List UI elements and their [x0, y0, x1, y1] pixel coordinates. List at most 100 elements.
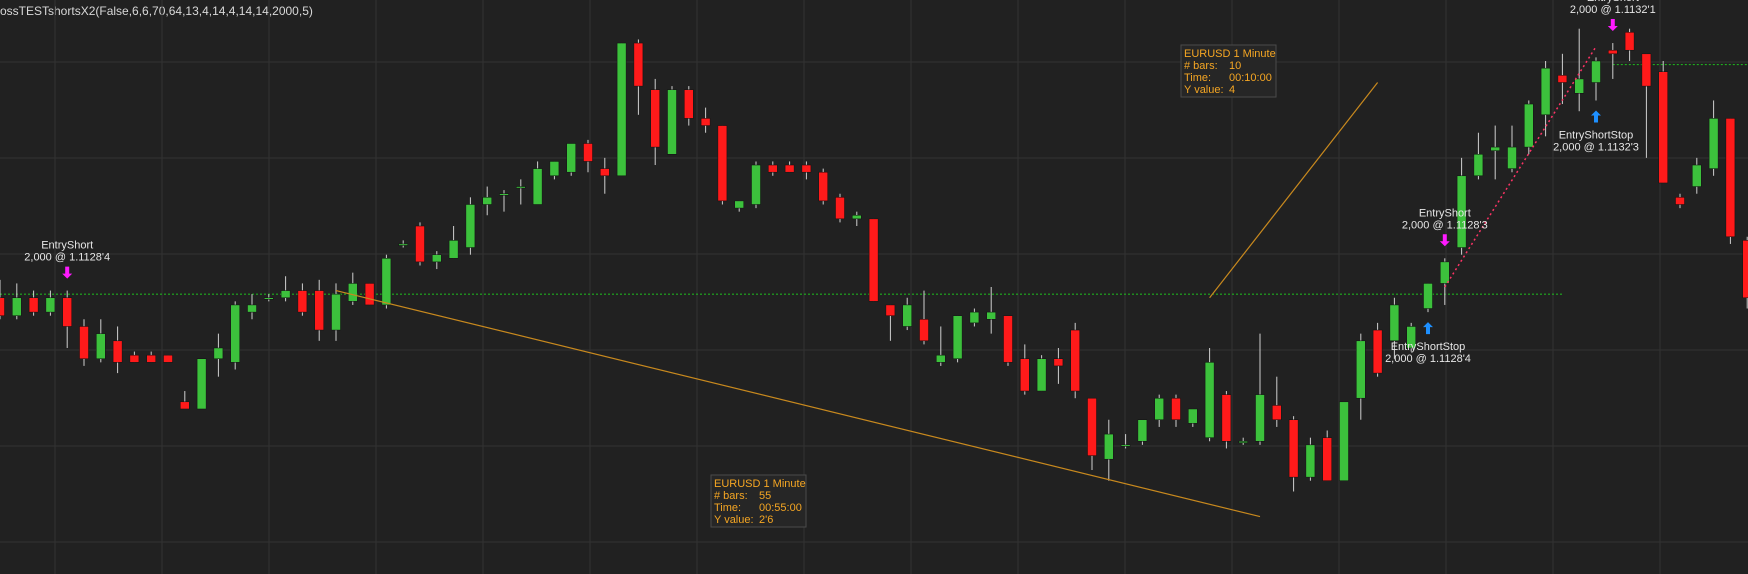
candle-body[interactable] [1204, 362, 1215, 438]
candle-body[interactable] [650, 89, 660, 148]
candle-body[interactable] [1540, 67, 1551, 116]
candle-body[interactable] [398, 243, 408, 246]
candle-body[interactable] [1608, 49, 1618, 55]
candle-body[interactable] [1120, 444, 1131, 447]
candle-body[interactable] [717, 125, 728, 202]
candle-body[interactable] [835, 197, 845, 220]
candle-body[interactable] [1389, 304, 1400, 342]
candle-body[interactable] [1020, 358, 1030, 392]
candle-body[interactable] [516, 186, 526, 189]
candle-body[interactable] [1070, 329, 1080, 392]
candle-body[interactable] [751, 164, 761, 205]
candle-body[interactable] [1221, 394, 1232, 442]
candle-body[interactable] [348, 283, 358, 302]
candle-body[interactable] [0, 297, 5, 316]
candle-body[interactable] [364, 283, 375, 306]
candle-body[interactable] [532, 168, 543, 205]
candle-body[interactable] [1524, 103, 1534, 148]
candle-body[interactable] [415, 225, 425, 263]
candle-body[interactable] [734, 200, 744, 209]
candle-body[interactable] [62, 297, 72, 327]
candle-body[interactable] [264, 297, 274, 300]
candle-body[interactable] [213, 347, 224, 359]
candle-body[interactable] [700, 118, 711, 126]
candle-body[interactable] [1658, 71, 1668, 184]
candle-body[interactable] [1272, 405, 1282, 420]
candle-body[interactable] [1087, 397, 1097, 456]
candle-body[interactable] [297, 290, 308, 313]
candle-body[interactable] [566, 143, 576, 173]
candle-body[interactable] [936, 354, 946, 363]
candle-body[interactable] [1322, 437, 1332, 481]
candle-body[interactable] [969, 311, 980, 324]
candle-body[interactable] [1339, 401, 1349, 481]
candle-body[interactable] [196, 358, 207, 410]
candle-body[interactable] [1137, 419, 1148, 442]
candle-body[interactable] [79, 326, 89, 359]
candle-body[interactable] [633, 42, 644, 87]
candle-body[interactable] [96, 333, 106, 360]
candle-body[interactable] [1692, 164, 1702, 187]
candle-body[interactable] [768, 164, 778, 173]
candle-body[interactable] [1003, 315, 1013, 363]
candle-body[interactable] [1574, 78, 1584, 94]
candle-body[interactable] [952, 315, 963, 360]
candle-body[interactable] [549, 161, 560, 177]
candle-body[interactable] [1255, 394, 1265, 442]
candle-body[interactable] [28, 297, 39, 313]
candle-body[interactable] [247, 304, 257, 313]
candle-body[interactable] [902, 304, 912, 327]
candle-body[interactable] [784, 164, 795, 173]
candle-body[interactable] [1154, 397, 1164, 420]
candle-body[interactable] [1557, 75, 1568, 83]
candle-body[interactable] [499, 193, 509, 196]
candle-body[interactable] [465, 204, 476, 248]
candle-body[interactable] [112, 340, 123, 363]
candle-body[interactable] [1490, 146, 1500, 151]
candle-body[interactable] [1675, 197, 1685, 205]
candle-body[interactable] [129, 354, 140, 363]
candle-body[interactable] [1238, 441, 1248, 444]
candle-body[interactable] [45, 297, 56, 313]
candle-body[interactable] [1507, 146, 1517, 169]
candle-body[interactable] [1591, 60, 1601, 83]
candle-body[interactable] [280, 290, 291, 299]
candle-body[interactable] [1104, 433, 1114, 460]
candle-body[interactable] [230, 304, 240, 363]
candle-body[interactable] [1473, 154, 1484, 177]
candle-body[interactable] [600, 168, 610, 177]
candlestick-chart[interactable]: EntryShort2,000 @ 1.1128'4EntryShort2,00… [0, 0, 1748, 574]
candle-body[interactable] [1440, 261, 1450, 284]
candle-body[interactable] [163, 354, 173, 363]
candle-body[interactable] [314, 290, 324, 331]
candle-body[interactable] [1036, 358, 1047, 392]
candle-body[interactable] [1708, 118, 1719, 169]
candle-body[interactable] [616, 42, 627, 177]
candle-body[interactable] [667, 89, 677, 155]
candle-body[interactable] [331, 293, 341, 331]
candle-body[interactable] [885, 304, 896, 316]
candle-body[interactable] [1305, 444, 1316, 478]
measure-line[interactable] [1209, 82, 1379, 299]
candle-body[interactable] [1641, 53, 1652, 87]
candle-body[interactable] [818, 171, 828, 202]
candle-body[interactable] [1624, 32, 1635, 51]
candle-body[interactable] [1742, 240, 1748, 299]
candle-body[interactable] [1053, 358, 1064, 367]
candle-body[interactable] [583, 143, 593, 162]
candle-body[interactable] [684, 89, 694, 119]
candle-body[interactable] [180, 401, 190, 410]
candle-body[interactable] [852, 215, 862, 220]
candle-body[interactable] [432, 254, 442, 263]
candle-body[interactable] [986, 311, 996, 320]
candle-body[interactable] [1188, 408, 1198, 424]
candle-body[interactable] [1171, 397, 1181, 420]
candle-body[interactable] [1372, 329, 1383, 374]
candle-body[interactable] [146, 354, 156, 363]
candle-body[interactable] [1288, 419, 1299, 478]
candle-body[interactable] [381, 258, 392, 306]
candle-body[interactable] [482, 197, 492, 205]
candle-body[interactable] [1356, 340, 1366, 399]
candle-body[interactable] [1725, 118, 1736, 238]
candle-body[interactable] [868, 218, 879, 302]
